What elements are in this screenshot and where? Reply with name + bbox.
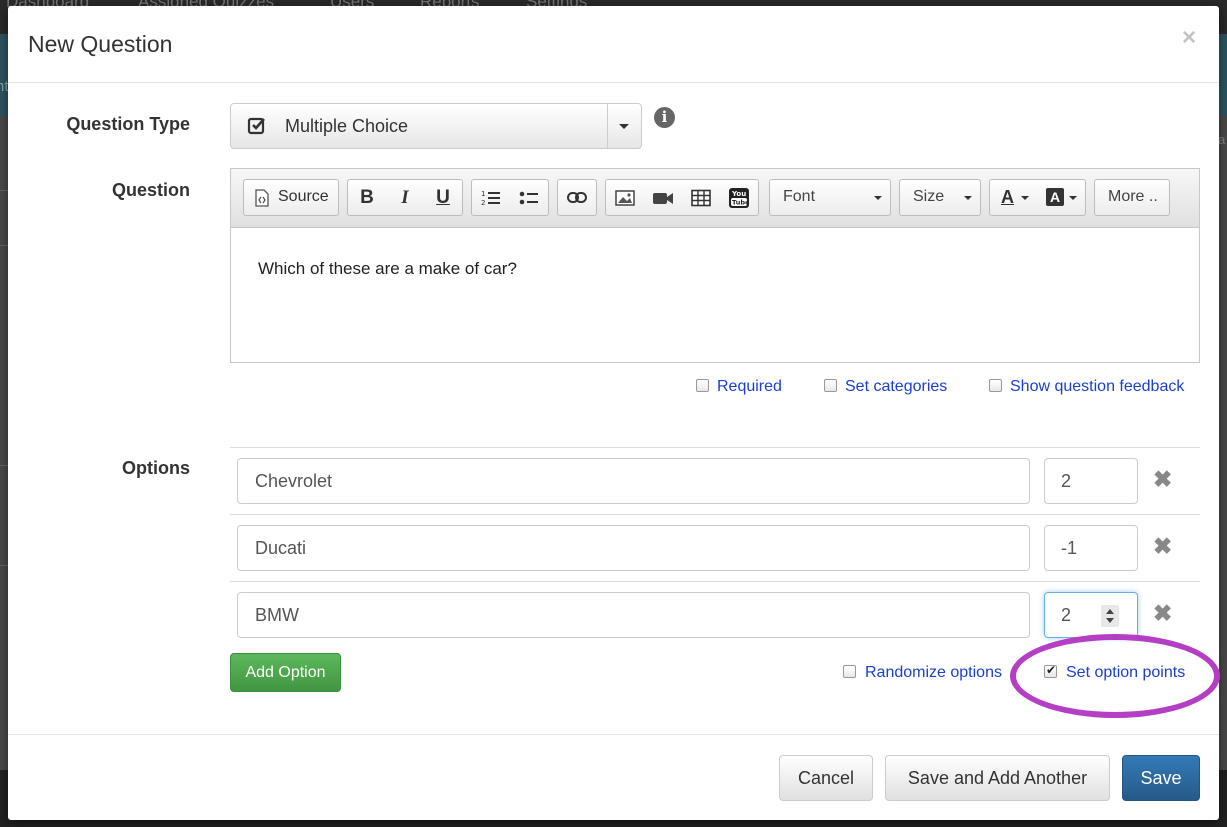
checkbox-checked-icon: [247, 117, 265, 135]
caret-down-icon: [964, 196, 972, 200]
question-type-value: Multiple Choice: [285, 116, 409, 136]
option-row-divider: [230, 447, 1200, 448]
remove-option-icon[interactable]: ✖: [1153, 602, 1172, 625]
option-text-input[interactable]: Chevrolet: [237, 458, 1030, 504]
link-icon: [567, 192, 587, 203]
source-label: Source: [278, 188, 329, 205]
editor-toolbar: Source B I U 1 2 You Tube Font Size A A …: [231, 169, 1199, 228]
video-camera-icon: [653, 192, 673, 204]
bulleted-list-icon: [519, 191, 538, 204]
save-and-add-another-button[interactable]: Save and Add Another: [885, 755, 1110, 801]
svg-text:2: 2: [481, 199, 485, 207]
background-divider: [0, 245, 8, 246]
option-points-input[interactable]: 2: [1044, 458, 1138, 504]
numbered-list-icon: 1 2: [481, 190, 500, 207]
size-combo-label: Size: [913, 188, 945, 205]
background-side-text: a: [1218, 132, 1226, 147]
background-divider: [0, 190, 8, 191]
option-row-divider: [230, 581, 1200, 582]
youtube-icon: You Tube: [729, 187, 750, 208]
question-type-label: Question Type: [66, 114, 190, 134]
randomize-options-label[interactable]: Randomize options: [865, 664, 1002, 682]
save-button[interactable]: Save: [1122, 755, 1200, 801]
new-question-dialog: New Question × Question Type Multiple Ch…: [8, 6, 1220, 820]
question-rich-text-editor: Source B I U 1 2 You Tube Font Size A A …: [230, 168, 1200, 363]
caret-down-icon: [874, 196, 882, 200]
cancel-button[interactable]: Cancel: [779, 755, 873, 801]
background-divider: [0, 465, 8, 466]
background-color-button[interactable]: A: [1038, 180, 1086, 215]
table-icon: [691, 189, 711, 206]
font-combo[interactable]: Font: [769, 179, 891, 216]
italic-button[interactable]: I: [386, 180, 424, 215]
source-icon: [255, 189, 269, 207]
option-points-value: 2: [1061, 605, 1072, 625]
dialog-title: New Question: [28, 31, 173, 57]
option-points-input-focused[interactable]: 2: [1044, 592, 1138, 638]
list-group: 1 2: [471, 179, 549, 216]
image-icon: [615, 189, 635, 206]
annotation-highlight-ring: [1010, 634, 1220, 718]
add-option-button[interactable]: Add Option: [230, 653, 341, 692]
size-combo[interactable]: Size: [899, 179, 981, 216]
background-divider: [0, 565, 8, 566]
video-button[interactable]: [644, 180, 682, 215]
required-checkbox[interactable]: [696, 379, 709, 392]
source-button[interactable]: Source: [243, 179, 339, 216]
show-feedback-checkbox[interactable]: [989, 379, 1002, 392]
required-label[interactable]: Required: [717, 378, 782, 396]
svg-text:You: You: [731, 190, 746, 198]
remove-option-icon[interactable]: ✖: [1153, 535, 1172, 558]
remove-option-icon[interactable]: ✖: [1153, 468, 1172, 491]
underline-button[interactable]: U: [424, 180, 462, 215]
randomize-options-checkbox[interactable]: [843, 665, 856, 678]
text-color-button[interactable]: A: [990, 180, 1038, 215]
svg-text:Tube: Tube: [732, 198, 750, 206]
more-button[interactable]: More ..: [1094, 179, 1170, 216]
text-color-icon: A: [1001, 187, 1014, 207]
caret-down-icon: [1069, 196, 1077, 200]
link-button[interactable]: [557, 179, 597, 216]
bold-button[interactable]: B: [348, 180, 386, 215]
close-icon[interactable]: ×: [1182, 26, 1196, 50]
question-label: Question: [111, 180, 190, 200]
select-divider: [607, 104, 608, 148]
numbered-list-button[interactable]: 1 2: [472, 180, 510, 215]
text-style-group: B I U: [347, 179, 463, 216]
background-color-icon: A: [1046, 188, 1064, 206]
options-label: Options: [122, 458, 190, 478]
question-type-select[interactable]: Multiple Choice: [230, 103, 642, 149]
option-text-input[interactable]: BMW: [237, 592, 1030, 638]
table-button[interactable]: [682, 180, 720, 215]
font-combo-label: Font: [783, 188, 816, 205]
color-group: A A: [989, 179, 1086, 216]
dialog-header: New Question ×: [8, 6, 1219, 83]
bulleted-list-button[interactable]: [510, 180, 548, 215]
option-points-input[interactable]: -1: [1044, 525, 1138, 571]
youtube-button[interactable]: You Tube: [720, 180, 758, 215]
set-categories-label[interactable]: Set categories: [845, 378, 947, 396]
image-button[interactable]: [606, 180, 644, 215]
insert-media-group: You Tube: [605, 179, 759, 216]
show-feedback-label[interactable]: Show question feedback: [1010, 378, 1184, 396]
more-label: More ..: [1108, 188, 1158, 205]
option-text-input[interactable]: Ducati: [237, 525, 1030, 571]
set-categories-checkbox[interactable]: [824, 379, 837, 392]
caret-down-icon: [1021, 196, 1029, 200]
caret-down-icon[interactable]: [619, 124, 629, 129]
option-row-divider: [230, 514, 1200, 515]
svg-text:1: 1: [481, 190, 485, 198]
dialog-footer-divider: [8, 734, 1219, 735]
info-icon[interactable]: i: [654, 107, 675, 128]
number-spinner-icon[interactable]: [1101, 605, 1119, 627]
question-text[interactable]: Which of these are a make of car?: [258, 259, 517, 279]
